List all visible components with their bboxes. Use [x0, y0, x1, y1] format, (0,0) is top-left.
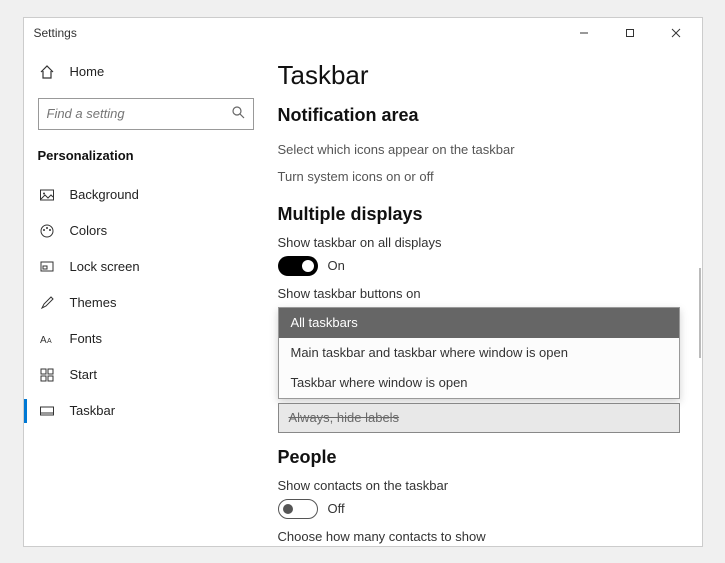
select-icons-link[interactable]: Select which icons appear on the taskbar [278, 136, 680, 163]
search-box[interactable] [38, 98, 254, 130]
nav-lock-screen[interactable]: Lock screen [24, 249, 268, 285]
nav-colors[interactable]: Colors [24, 213, 268, 249]
nav-label: Start [70, 367, 97, 382]
toggle-state-off: Off [328, 501, 345, 516]
nav-label: Fonts [70, 331, 103, 346]
svg-text:A: A [40, 335, 47, 346]
close-button[interactable] [654, 19, 698, 47]
nav-home-label: Home [70, 64, 105, 79]
show-contacts-label: Show contacts on the taskbar [278, 478, 680, 493]
svg-text:A: A [47, 338, 52, 345]
maximize-button[interactable] [608, 19, 652, 47]
search-input[interactable] [47, 106, 231, 121]
brush-icon [38, 294, 56, 312]
picture-icon [38, 186, 56, 204]
nav-label: Lock screen [70, 259, 140, 274]
show-all-displays-label: Show taskbar on all displays [278, 235, 680, 250]
settings-window: Settings Home [23, 17, 703, 547]
search-wrap [24, 90, 268, 140]
titlebar: Settings [24, 18, 702, 48]
people-heading: People [278, 447, 680, 468]
combine-buttons-value: Always, hide labels [289, 410, 400, 425]
toggle-state-on: On [328, 258, 345, 273]
system-icons-link[interactable]: Turn system icons on or off [278, 163, 680, 190]
scrollbar[interactable] [699, 268, 701, 358]
sidebar-section-label: Personalization [24, 140, 268, 173]
show-all-displays-toggle-row: On [278, 256, 680, 276]
nav-themes[interactable]: Themes [24, 285, 268, 321]
sidebar-nav-group: Background Colors Lock screen Themes AA … [24, 177, 268, 429]
nav-label: Background [70, 187, 139, 202]
nav-label: Themes [70, 295, 117, 310]
multiple-displays-heading: Multiple displays [278, 204, 680, 225]
nav-fonts[interactable]: AA Fonts [24, 321, 268, 357]
window-controls [562, 19, 698, 47]
home-icon [38, 63, 56, 81]
show-buttons-on-label: Show taskbar buttons on [278, 286, 680, 301]
window-title: Settings [34, 26, 77, 40]
dropdown-option-window-open[interactable]: Taskbar where window is open [279, 368, 679, 398]
nav-label: Colors [70, 223, 108, 238]
sidebar: Home Personalization Background [24, 48, 268, 546]
notification-area-heading: Notification area [278, 105, 680, 126]
taskbar-icon [38, 402, 56, 420]
nav-taskbar[interactable]: Taskbar [24, 393, 268, 429]
choose-contacts-label: Choose how many contacts to show [278, 529, 680, 544]
dropdown-option-main-and-window[interactable]: Main taskbar and taskbar where window is… [279, 338, 679, 368]
start-icon [38, 366, 56, 384]
nav-start[interactable]: Start [24, 357, 268, 393]
font-icon: AA [38, 330, 56, 348]
show-contacts-toggle[interactable] [278, 499, 318, 519]
body: Home Personalization Background [24, 48, 702, 546]
show-contacts-toggle-row: Off [278, 499, 680, 519]
search-icon [231, 105, 245, 122]
nav-background[interactable]: Background [24, 177, 268, 213]
lock-screen-icon [38, 258, 56, 276]
show-all-displays-toggle[interactable] [278, 256, 318, 276]
palette-icon [38, 222, 56, 240]
content-pane: Taskbar Notification area Select which i… [268, 48, 702, 546]
page-title: Taskbar [278, 60, 680, 91]
nav-label: Taskbar [70, 403, 116, 418]
show-buttons-dropdown-listbox[interactable]: All taskbars Main taskbar and taskbar wh… [278, 307, 680, 399]
minimize-button[interactable] [562, 19, 606, 47]
dropdown-option-all-taskbars[interactable]: All taskbars [279, 308, 679, 338]
combine-buttons-dropdown[interactable]: Always, hide labels [278, 403, 680, 433]
nav-home[interactable]: Home [24, 54, 268, 90]
